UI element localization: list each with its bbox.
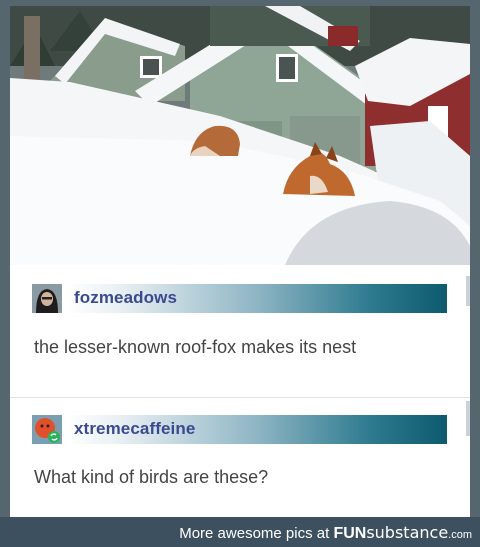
side-scroll-mark [466, 401, 470, 436]
username[interactable]: fozmeadows [74, 288, 177, 308]
avatar-fozmeadows[interactable] [32, 284, 62, 313]
reblog-badge-icon [48, 431, 60, 443]
brand-logo-domain: .com [448, 529, 472, 541]
username[interactable]: xtremecaffeine [74, 419, 195, 439]
avatar-orange-face-icon [32, 415, 62, 444]
brand-logo-substance: substance [366, 523, 449, 542]
reblog-header-2: xtremecaffeine [32, 415, 447, 444]
username-bar: xtremecaffeine [67, 415, 447, 444]
post-text: the lesser-known roof-fox makes its nest [34, 337, 357, 357]
post-text: What kind of birds are these? [34, 467, 269, 487]
watermark-footer: More awesome pics at FUNsubstance.com [0, 517, 480, 547]
side-scroll-mark [466, 276, 470, 306]
username-bar: fozmeadows [67, 284, 447, 313]
footer-text: More awesome pics at FUNsubstance.com [179, 523, 472, 543]
footer-caption: More awesome pics at [179, 525, 330, 542]
avatar-portrait-icon [32, 284, 62, 313]
post-divider [10, 397, 470, 398]
brand-logo-fun: FUN [333, 525, 367, 542]
reblog-header-1: fozmeadows [32, 284, 447, 313]
post-card: fozmeadows the lesser-known roof-fox mak… [10, 6, 470, 517]
avatar-xtremecaffeine[interactable] [32, 415, 62, 444]
foxes-on-snowy-roof-photo [10, 6, 470, 265]
